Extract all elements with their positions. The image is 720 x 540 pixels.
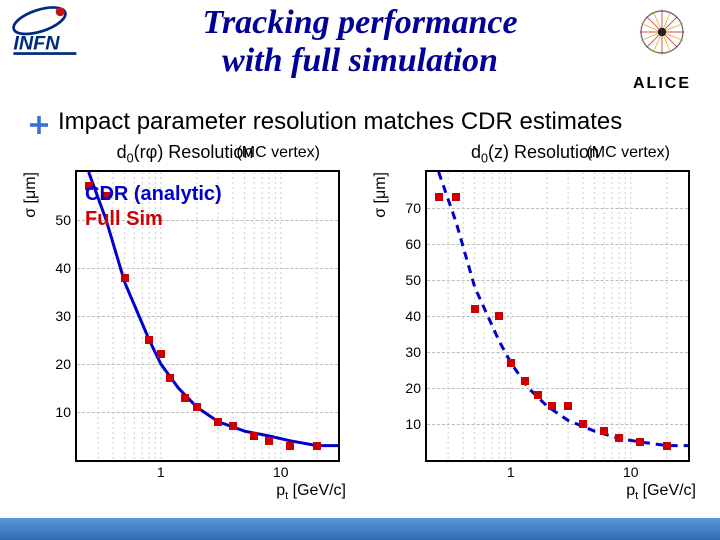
title-line2: with full simulation [110,42,610,80]
y-tick-label: 20 [405,380,427,396]
bullet-icon [30,113,48,131]
x-axis-label: pt [GeV/c] [276,482,346,502]
slide: INFN Tracking performance with full simu… [0,0,720,540]
chart-rphi: d0(rφ) Resolution (MC vertex) σ [μm] 102… [20,142,350,522]
data-point [615,434,623,442]
x-tick-label: 1 [507,460,515,480]
alice-logo-text: ALICE [614,75,710,93]
data-point [250,432,258,440]
plot-area: 10203040506070110 [425,170,690,462]
y-tick-label: 60 [405,236,427,252]
data-point [193,403,201,411]
data-point [229,422,237,430]
legend-analytic: CDR (analytic) [85,182,222,207]
bullet-text: Impact parameter resolution matches CDR … [58,108,622,136]
y-tick-label: 50 [55,212,77,228]
y-tick-label: 10 [55,404,77,420]
data-point [157,350,165,358]
data-point [452,193,460,201]
data-point [636,438,644,446]
legend-fullsim: Full Sim [85,207,222,232]
y-tick-label: 20 [55,356,77,372]
charts-area: d0(rφ) Resolution (MC vertex) σ [μm] 102… [20,142,700,522]
data-point [495,312,503,320]
data-point [214,418,222,426]
data-point [507,359,515,367]
data-point [521,377,529,385]
y-tick-label: 50 [405,272,427,288]
header: INFN Tracking performance with full simu… [0,0,720,100]
infn-logo-text: INFN [13,33,60,55]
data-point [286,442,294,450]
y-axis-label: σ [μm] [22,172,40,218]
y-tick-label: 30 [55,308,77,324]
bullet-row: Impact parameter resolution matches CDR … [30,108,622,136]
data-point [313,442,321,450]
data-point [166,374,174,382]
data-point [579,420,587,428]
chart-subtitle: (MC vertex) [236,144,320,162]
x-axis-label: pt [GeV/c] [626,482,696,502]
y-axis-label: σ [μm] [372,172,390,218]
data-point [121,274,129,282]
data-point [564,402,572,410]
slide-title: Tracking performance with full simulatio… [110,4,610,80]
chart-z: d0(z) Resolution (MC vertex) σ [μm] 1020… [370,142,700,522]
infn-logo: INFN [8,4,98,59]
y-tick-label: 40 [55,260,77,276]
chart-legend: CDR (analytic) Full Sim [85,182,222,232]
y-tick-label: 30 [405,344,427,360]
x-tick-label: 1 [157,460,165,480]
chart-subtitle: (MC vertex) [586,144,670,162]
y-tick-label: 10 [405,416,427,432]
y-tick-label: 70 [405,200,427,216]
x-tick-label: 10 [623,460,639,480]
data-point [265,437,273,445]
data-point [181,394,189,402]
alice-logo: ALICE [614,4,710,100]
y-tick-label: 40 [405,308,427,324]
data-point [548,402,556,410]
data-point [471,305,479,313]
title-line1: Tracking performance [110,4,610,42]
data-point [534,391,542,399]
footer-bar [0,518,720,540]
data-point [435,193,443,201]
x-tick-label: 10 [273,460,289,480]
data-point [663,442,671,450]
data-point [600,427,608,435]
data-point [145,336,153,344]
